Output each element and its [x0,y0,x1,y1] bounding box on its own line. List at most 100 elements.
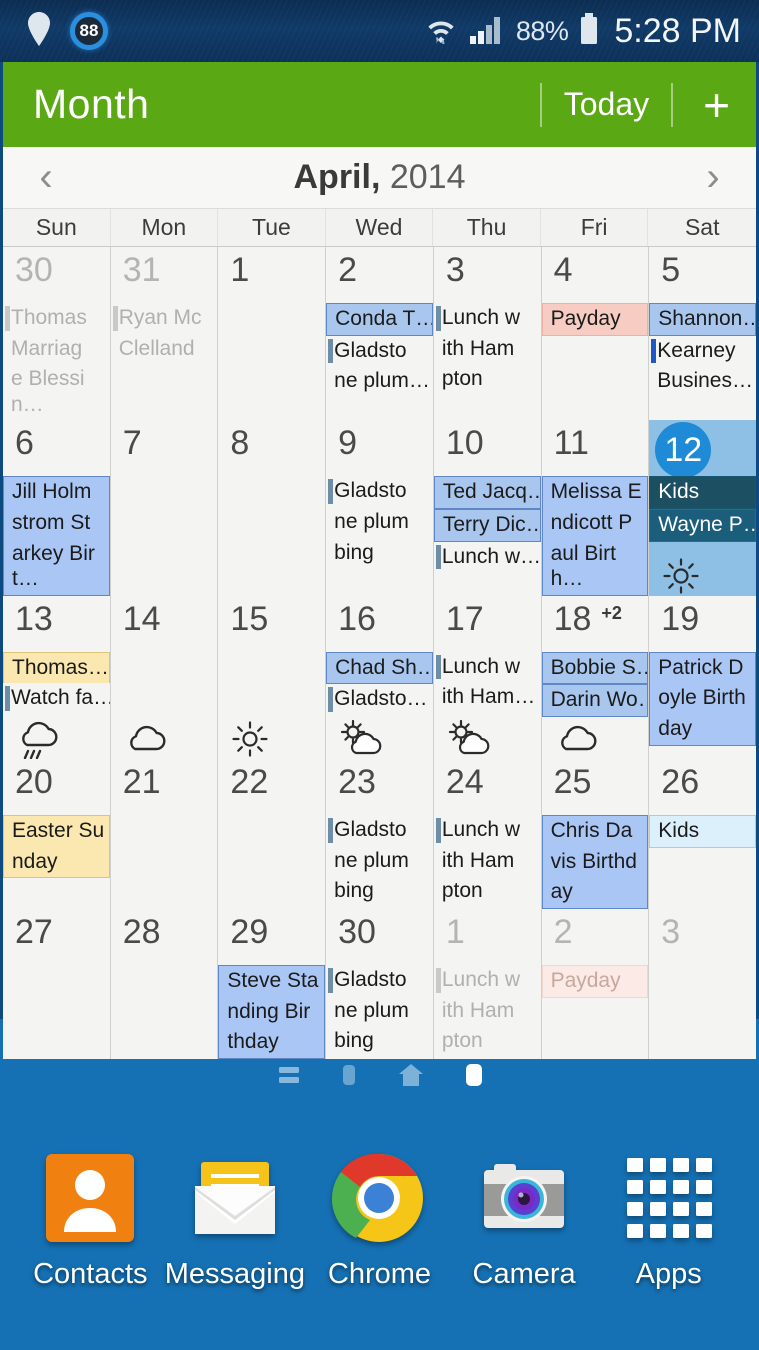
event-chip[interactable]: Gladsto [326,476,433,507]
day-cell-27[interactable]: 27 [3,908,110,1059]
day-cell-28[interactable]: 28 [110,908,218,1059]
day-cell-23[interactable]: 23 Gladsto ne plum bing [326,759,433,909]
event-chip[interactable]: Lunch w [434,965,541,996]
event-chip[interactable]: day [649,714,756,746]
event-chip[interactable]: Lunch w [434,303,541,334]
chevron-right-icon[interactable]: › [678,147,748,208]
day-cell-14[interactable]: 14 [110,595,218,760]
dock-item-contacts[interactable]: Contacts [22,1150,158,1291]
event-chip[interactable]: ith Ham [434,334,541,365]
day-cell-11[interactable]: 11 Melissa Endicott Paul Birth… [541,420,649,596]
event-chip[interactable]: Steve Sta [218,964,326,997]
event-chip[interactable]: Shannon… [649,303,756,336]
dock-item-messaging[interactable]: Messaging [165,1150,305,1291]
event-chip[interactable]: Easter Su [3,815,110,847]
event-chip[interactable]: bing [326,1026,433,1057]
event-chip[interactable]: Payday [541,303,649,336]
event-chip[interactable]: Kids [649,476,756,510]
event-chip[interactable]: Chris Da [541,815,649,847]
event-chip[interactable]: Gladsto [326,815,433,846]
event-chip[interactable]: bing [326,876,433,907]
list-page-icon[interactable] [277,1063,301,1092]
dock-item-chrome[interactable]: Chrome [311,1150,447,1291]
event-chip[interactable]: nday [3,846,110,879]
event-chip[interactable]: Payday [541,964,649,998]
day-cell-1[interactable]: 1 [218,247,326,421]
event-chip[interactable]: pton [434,876,541,907]
event-chip[interactable]: Chad Sh… [326,651,433,685]
event-chip[interactable]: Patrick D [649,651,756,684]
event-chip[interactable]: Melissa E [541,476,649,509]
dock-item-camera[interactable]: Camera [456,1150,592,1291]
event-chip[interactable]: Kids [649,815,756,848]
more-events-badge[interactable]: +2 [601,603,622,623]
event-chip[interactable]: Thomas [3,303,110,334]
event-chip[interactable]: aul Birth… [541,538,649,596]
event-chip[interactable]: ne plum [326,996,433,1027]
event-chip[interactable]: Lunch w… [434,542,541,573]
day-cell-1[interactable]: 1 Lunch w ith Ham pton [433,908,541,1059]
event-chip[interactable]: Jill Holm [3,476,110,509]
day-cell-3[interactable]: 3 Lunch w ith Ham pton [433,247,541,421]
event-chip[interactable]: ay [541,877,649,909]
event-chip[interactable]: ne plum [326,507,433,538]
event-chip[interactable]: Marriag [3,334,110,365]
day-cell-31[interactable]: 31 Ryan Mc Clelland [110,247,218,421]
today-button[interactable]: Today [542,86,671,123]
day-cell-29[interactable]: 29 Steve Sta nding Bir thday [218,908,326,1059]
day-cell-7[interactable]: 7 [110,420,218,596]
day-cell-24[interactable]: 24 Lunch w ith Ham pton [433,759,541,909]
event-chip[interactable]: vis Birthd [541,846,649,878]
event-chip[interactable]: ne plum… [326,366,433,397]
day-cell-21[interactable]: 21 [110,759,218,909]
event-chip[interactable]: Busines… [649,366,756,397]
event-chip[interactable]: Thomas… [3,651,110,684]
day-cell-3[interactable]: 3 [649,908,756,1059]
event-chip[interactable]: pton [434,1026,541,1057]
event-chip[interactable]: e Blessin… [3,364,110,420]
event-chip[interactable]: pton [434,364,541,395]
event-chip[interactable]: Conda T… [326,303,433,336]
add-event-button[interactable]: + [673,82,756,128]
event-chip[interactable]: strom St [3,508,110,539]
event-chip[interactable]: Gladsto [326,336,433,367]
day-cell-25[interactable]: 25 Chris Da vis Birthd ay [541,759,649,909]
event-chip[interactable]: Wayne P… [649,509,756,542]
event-chip[interactable]: nding Bir [218,996,326,1028]
square-page-icon[interactable] [341,1063,357,1092]
day-cell-16[interactable]: 16 Chad Sh… Gladsto… [326,595,433,760]
day-cell-22[interactable]: 22 [218,759,326,909]
day-cell-13[interactable]: 13 Thomas… Watch fa… [3,595,110,760]
day-cell-19[interactable]: 19 Patrick Doyle Birth day [649,595,756,760]
current-page-icon[interactable] [465,1062,483,1093]
day-cell-10[interactable]: 10 Ted Jacq… Terry Dic… Lunch w… [433,420,541,596]
event-chip[interactable]: Ted Jacq… [433,476,541,510]
event-chip[interactable]: Bobbie S… [541,651,649,685]
event-chip[interactable]: ith Ham [434,846,541,877]
event-chip[interactable]: Watch fa… [3,683,110,714]
event-chip[interactable]: Kearney [649,336,756,367]
day-cell-4[interactable]: 4 Payday [541,247,649,421]
day-cell-2[interactable]: 2 Conda T… Gladsto ne plum… [326,247,433,421]
event-chip[interactable]: ith Ham [434,996,541,1027]
dock-item-apps[interactable]: Apps [601,1150,737,1291]
day-cell-30[interactable]: 30 Thomas Marriag e Blessin… [3,247,110,421]
day-cell-15[interactable]: 15 [218,595,326,760]
event-chip[interactable]: arkey Birt… [3,538,110,596]
event-chip[interactable]: oyle Birth [649,683,756,715]
event-chip[interactable]: Gladsto [326,965,433,996]
day-cell-17[interactable]: 17 Lunch w ith Ham… [433,595,541,760]
event-chip[interactable]: bing [326,538,433,569]
event-chip[interactable]: Ryan Mc [111,303,218,334]
day-cell-5[interactable]: 5 Shannon… Kearney Busines… [649,247,756,421]
event-chip[interactable]: Gladsto… [326,684,433,715]
event-chip[interactable]: Clelland [111,334,218,365]
day-cell-18[interactable]: 18 +2 Bobbie S… Darin Wo… [541,595,649,760]
day-cell-8[interactable]: 8 [218,420,326,596]
day-cell-12[interactable]: 12 Kids Wayne P… [649,420,756,596]
home-page-icon[interactable] [397,1062,425,1093]
day-cell-30[interactable]: 30 Gladsto ne plum bing [326,908,433,1059]
event-chip[interactable]: ith Ham… [434,682,541,713]
day-cell-2[interactable]: 2 Payday [541,908,649,1059]
event-chip[interactable]: Lunch w [434,652,541,683]
